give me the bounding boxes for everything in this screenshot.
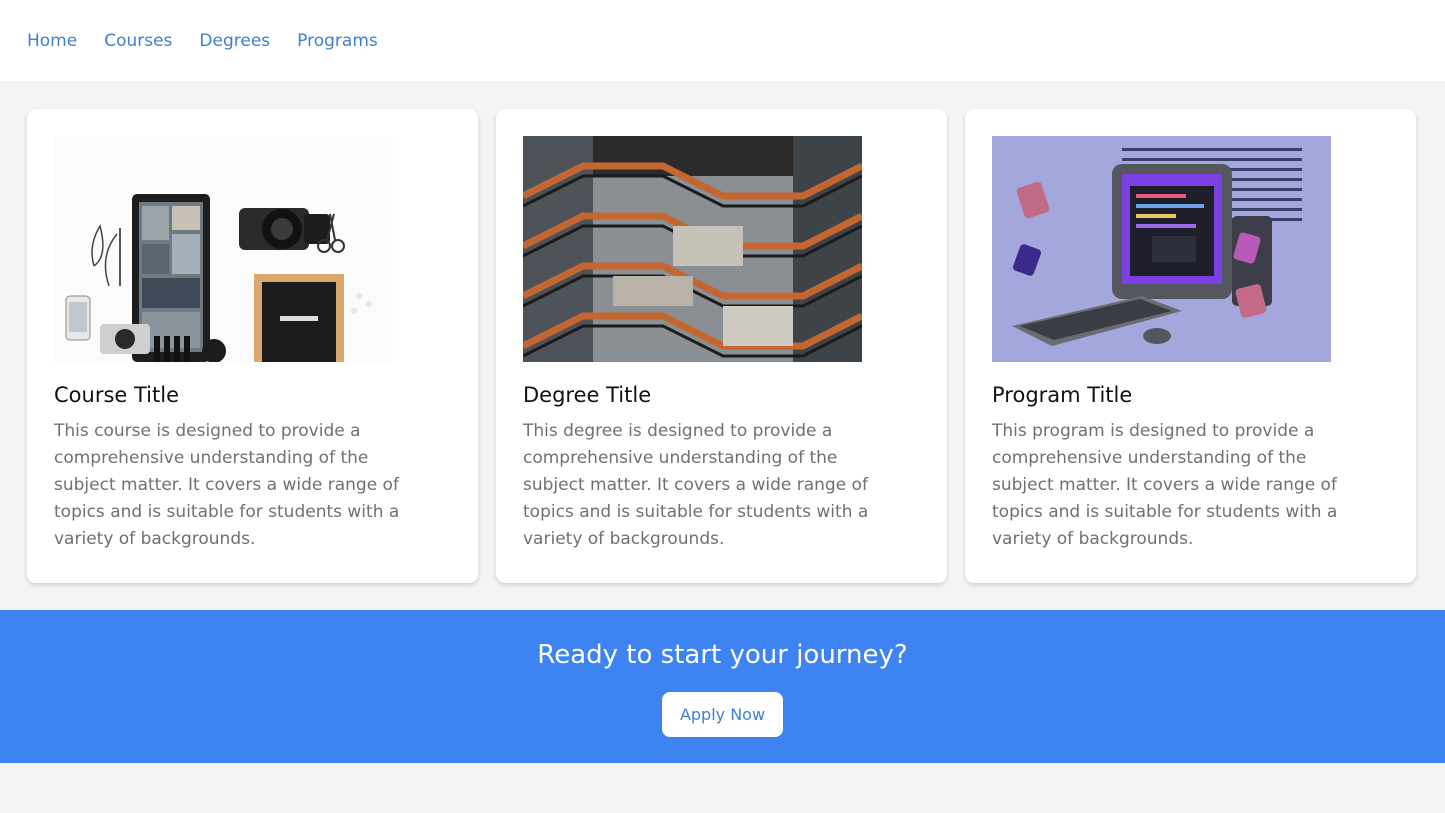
card-grid: Course Title This course is designed to … [27, 109, 1418, 583]
course-title: Course Title [54, 383, 179, 407]
apply-now-button[interactable]: Apply Now [661, 692, 784, 737]
top-navigation: Home Courses Degrees Programs [0, 0, 1445, 81]
degree-title: Degree Title [523, 383, 652, 407]
degree-image [523, 136, 862, 362]
program-title: Program Title [992, 383, 1133, 407]
degree-card: Degree Title This degree is designed to … [496, 109, 947, 583]
nav-link-home[interactable]: Home [27, 31, 77, 51]
nav-link-courses[interactable]: Courses [104, 31, 172, 51]
degree-description: This degree is designed to provide a com… [523, 421, 869, 549]
nav-link-programs[interactable]: Programs [297, 31, 378, 51]
program-description: This program is designed to provide a co… [992, 421, 1338, 549]
call-to-action-banner: Ready to start your journey? Apply Now [0, 610, 1445, 763]
nav-link-degrees[interactable]: Degrees [199, 31, 270, 51]
course-description: This course is designed to provide a com… [54, 421, 400, 549]
cta-heading: Ready to start your journey? [537, 640, 908, 670]
course-image [54, 136, 393, 362]
program-card: Program Title This program is designed t… [965, 109, 1416, 583]
program-image [992, 136, 1331, 362]
course-card: Course Title This course is designed to … [27, 109, 478, 583]
